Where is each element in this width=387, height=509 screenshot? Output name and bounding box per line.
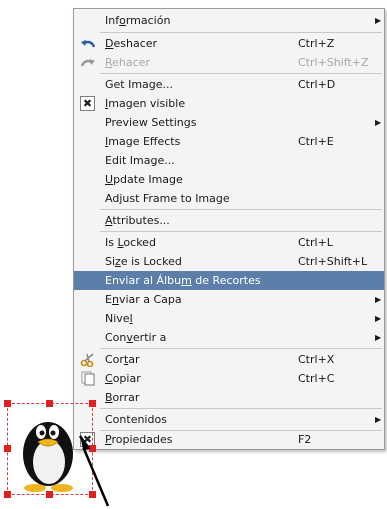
menu-item-contenidos[interactable]: Contenidos ▶ xyxy=(74,410,384,429)
context-menu: Información ▶ Deshacer Ctrl+Z Rehacer Ct… xyxy=(73,8,385,450)
resize-handle[interactable] xyxy=(89,400,96,407)
shortcut-label: Ctrl+D xyxy=(298,78,336,91)
shortcut-label: Ctrl+X xyxy=(298,353,335,366)
submenu-arrow-icon: ▶ xyxy=(375,415,382,424)
submenu-arrow-icon: ▶ xyxy=(375,333,382,342)
menu-separator xyxy=(100,348,382,349)
menu-item-nivel[interactable]: Nivel ▶ xyxy=(74,309,384,328)
menu-item-imagen-visible[interactable]: ✖ Imagen visible xyxy=(74,94,384,113)
resize-handle[interactable] xyxy=(4,445,11,452)
menu-separator xyxy=(100,32,382,33)
undo-icon xyxy=(80,36,96,51)
menu-item-informacion[interactable]: Información ▶ xyxy=(74,11,384,30)
menu-item-enviar-capa[interactable]: Enviar a Capa ▶ xyxy=(74,290,384,309)
menu-item-update-image[interactable]: Update Image xyxy=(74,170,384,189)
menu-item-size-is-locked[interactable]: Size is Locked Ctrl+Shift+L xyxy=(74,252,384,271)
submenu-arrow-icon: ▶ xyxy=(375,118,382,127)
shortcut-label: Ctrl+C xyxy=(298,372,335,385)
resize-handle[interactable] xyxy=(46,400,53,407)
menu-item-deshacer[interactable]: Deshacer Ctrl+Z xyxy=(74,34,384,53)
menu-item-preview-settings[interactable]: Preview Settings ▶ xyxy=(74,113,384,132)
shortcut-label: Ctrl+Shift+L xyxy=(298,255,368,268)
menu-item-image-effects[interactable]: Image Effects Ctrl+E xyxy=(74,132,384,151)
menu-item-enviar-album[interactable]: Enviar al Álbum de Recortes xyxy=(74,271,384,290)
shortcut-label: Ctrl+E xyxy=(298,135,334,148)
menu-item-attributes[interactable]: Attributes... xyxy=(74,211,384,230)
submenu-arrow-icon: ▶ xyxy=(375,16,382,25)
menu-item-get-image[interactable]: Get Image... Ctrl+D xyxy=(74,75,384,94)
menu-separator xyxy=(100,73,382,74)
menu-item-is-locked[interactable]: Is Locked Ctrl+L xyxy=(74,233,384,252)
menu-separator xyxy=(100,408,382,409)
copy-icon xyxy=(80,371,96,386)
redo-icon xyxy=(80,55,96,70)
shortcut-label: Ctrl+Z xyxy=(298,37,335,50)
shortcut-label: Ctrl+Shift+Z xyxy=(298,56,369,69)
menu-item-edit-image[interactable]: Edit Image... xyxy=(74,151,384,170)
resize-handle[interactable] xyxy=(46,491,53,498)
submenu-arrow-icon: ▶ xyxy=(375,295,382,304)
resize-handle[interactable] xyxy=(4,400,11,407)
menu-item-copiar[interactable]: Copiar Ctrl+C xyxy=(74,369,384,388)
menu-item-rehacer[interactable]: Rehacer Ctrl+Shift+Z xyxy=(74,53,384,72)
menu-item-borrar[interactable]: Borrar xyxy=(74,388,384,407)
menu-item-propiedades[interactable]: ✖ Propiedades F2 xyxy=(74,430,384,449)
menu-separator xyxy=(100,231,382,232)
checked-checkbox-icon: ✖ xyxy=(80,96,95,111)
menu-item-convertir[interactable]: Convertir a ▶ xyxy=(74,328,384,347)
submenu-arrow-icon: ▶ xyxy=(375,314,382,323)
menu-item-cortar[interactable]: Cortar Ctrl+X xyxy=(74,350,384,369)
shortcut-label: Ctrl+L xyxy=(298,236,333,249)
menu-separator xyxy=(100,209,382,210)
menu-item-adjust-frame[interactable]: Adjust Frame to Image xyxy=(74,189,384,208)
shortcut-label: F2 xyxy=(298,433,312,446)
resize-handle[interactable] xyxy=(4,491,11,498)
mouse-pointer-icon xyxy=(78,435,110,507)
scissors-icon xyxy=(80,352,96,368)
